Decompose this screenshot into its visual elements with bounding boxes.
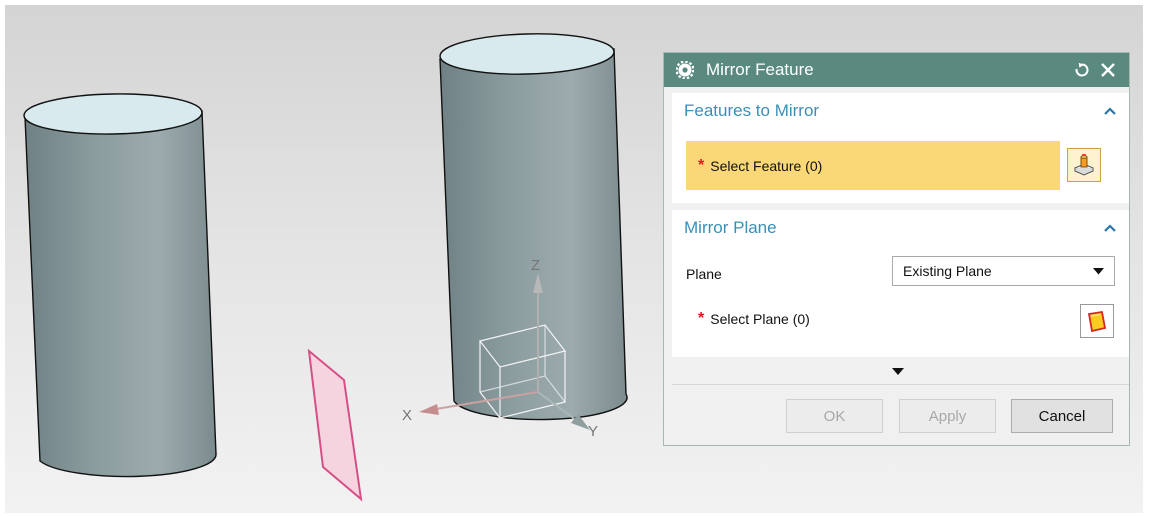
mirror-datum-plane[interactable]: [307, 348, 363, 502]
dropdown-arrow-icon: [1093, 267, 1104, 274]
cancel-button[interactable]: Cancel: [1011, 399, 1113, 433]
required-star-icon: *: [698, 156, 705, 174]
right-cylinder[interactable]: [439, 32, 628, 421]
mirror-plane-header[interactable]: Mirror Plane: [672, 210, 1129, 246]
select-feature-label: Select Feature (0): [710, 157, 823, 174]
mirror-feature-dialog: Mirror Feature Features to Mirror * Sele…: [663, 52, 1130, 446]
select-plane-icon[interactable]: [1080, 304, 1114, 338]
features-to-mirror-header[interactable]: Features to Mirror: [672, 93, 1129, 129]
plane-type-value: Existing Plane: [903, 263, 992, 279]
select-feature-icon[interactable]: [1067, 148, 1101, 182]
dialog-title-bar[interactable]: Mirror Feature: [664, 53, 1129, 87]
plane-type-dropdown[interactable]: Existing Plane: [892, 256, 1115, 286]
divider: [672, 384, 1129, 385]
dialog-title: Mirror Feature: [706, 60, 814, 79]
chevron-up-icon[interactable]: [1103, 223, 1117, 233]
apply-button[interactable]: Apply: [899, 399, 996, 433]
axis-label-y: Y: [588, 423, 598, 440]
chevron-up-icon[interactable]: [1103, 106, 1117, 116]
select-plane-label: Select Plane (0): [710, 311, 810, 327]
select-feature-row[interactable]: * Select Feature (0): [686, 141, 1060, 190]
select-plane-row[interactable]: * Select Plane (0): [698, 310, 810, 328]
required-star-icon: *: [698, 310, 705, 327]
left-cylinder[interactable]: [23, 92, 217, 478]
reset-icon[interactable]: [1071, 59, 1093, 81]
features-to-mirror-group: Features to Mirror * Select Feature (0): [672, 93, 1129, 203]
close-icon[interactable]: [1097, 59, 1119, 81]
plane-label: Plane: [686, 266, 722, 282]
ok-button[interactable]: OK: [786, 399, 883, 433]
axis-label-x: X: [402, 407, 412, 424]
gear-icon: [676, 61, 694, 79]
axis-label-z: Z: [531, 257, 540, 274]
more-options-arrow-icon[interactable]: [891, 367, 905, 377]
mirror-plane-group: Mirror Plane Plane Existing Plane * Sele…: [672, 210, 1129, 357]
